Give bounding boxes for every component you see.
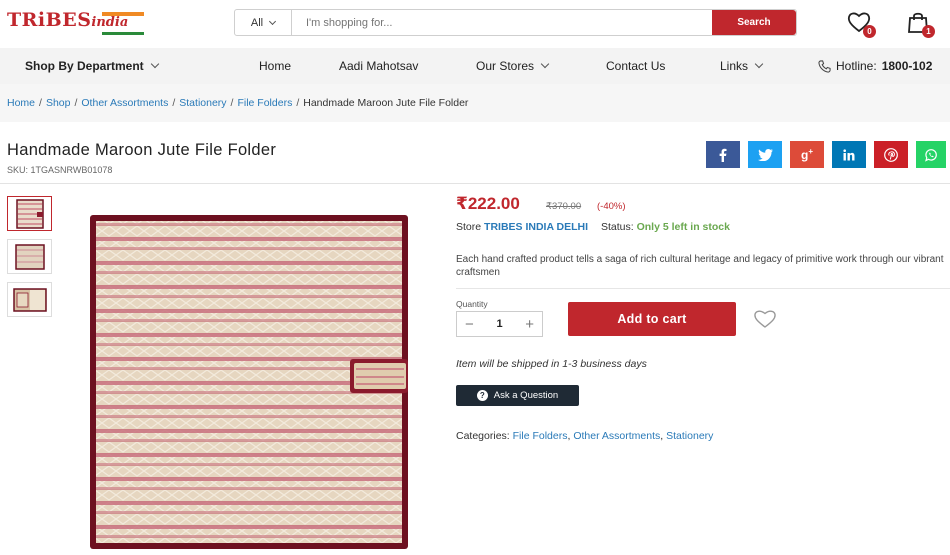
product-thumbnail-3[interactable]	[7, 282, 52, 317]
product-categories: Categories: File Folders, Other Assortme…	[456, 430, 713, 442]
logo-subtext: india	[91, 15, 129, 30]
linkedin-icon	[843, 148, 855, 160]
logo-flag-stripe-green	[102, 32, 144, 35]
breadcrumb-separator: /	[296, 97, 300, 109]
add-to-cart-button[interactable]: Add to cart	[568, 302, 736, 336]
add-to-wishlist-button[interactable]	[753, 309, 777, 329]
chevron-down-icon	[540, 59, 550, 69]
nav-label: Shop By Department	[25, 59, 144, 73]
quantity-value[interactable]: 1	[496, 318, 502, 330]
twitter-icon	[757, 148, 773, 161]
breadcrumb-separator: /	[39, 97, 42, 109]
store-status-line: Store TRIBES INDIA DELHI Status: Only 5 …	[456, 221, 730, 233]
nav-shop-by-department[interactable]: Shop By Department	[25, 48, 159, 84]
ask-question-label: Ask a Question	[493, 390, 559, 401]
category-link-file-folders[interactable]: File Folders	[513, 430, 568, 442]
chevron-down-icon	[150, 59, 159, 69]
breadcrumb-other-assortments[interactable]: Other Assortments	[81, 97, 168, 109]
main-nav: Shop By Department Home Aadi Mahotsav Ou…	[0, 48, 950, 84]
hotline-label: Hotline:	[836, 59, 877, 73]
store-name-link[interactable]: TRIBES INDIA DELHI	[484, 221, 588, 233]
shipping-note: Item will be shipped in 1-3 business day…	[456, 358, 647, 370]
wishlist-count-badge: 0	[863, 25, 876, 38]
nav-contact-us[interactable]: Contact Us	[606, 48, 665, 84]
nav-home[interactable]: Home	[259, 48, 291, 84]
breadcrumb: Home / Shop / Other Assortments / Stationer…	[0, 84, 950, 122]
product-discount: (-40%)	[597, 201, 626, 212]
stock-status: Only 5 left in stock	[636, 221, 730, 233]
breadcrumb-file-folders[interactable]: File Folders	[237, 97, 292, 109]
product-thumbnail-2[interactable]	[7, 239, 52, 274]
pinterest-icon	[884, 147, 898, 162]
nav-our-stores[interactable]: Our Stores	[476, 48, 550, 84]
question-icon: ?	[476, 390, 488, 401]
google-plus-icon: g+	[800, 147, 813, 162]
facebook-icon	[719, 148, 727, 162]
share-twitter-button[interactable]	[748, 141, 782, 168]
title-divider	[0, 183, 950, 184]
share-buttons: g+	[706, 141, 946, 168]
product-sku: SKU: 1TGASNRWB01078	[7, 165, 113, 175]
store-label: Store	[456, 221, 482, 233]
folder-open-thumbnail-image	[12, 287, 47, 312]
folder-back-thumbnail-image	[14, 243, 45, 270]
product-old-price: ₹370.00	[546, 201, 582, 212]
quantity-stepper: − 1 +	[456, 311, 543, 337]
product-description: Each hand crafted product tells a saga o…	[456, 254, 944, 278]
search-category-select[interactable]: All	[235, 10, 292, 35]
breadcrumb-separator: /	[172, 97, 176, 109]
breadcrumb-stationery[interactable]: Stationery	[179, 97, 226, 109]
whatsapp-icon	[925, 148, 937, 162]
quantity-label: Quantity	[456, 299, 488, 309]
share-facebook-button[interactable]	[706, 141, 740, 168]
cart-count-badge: 1	[922, 25, 935, 38]
product-thumbnail-1[interactable]	[7, 196, 52, 231]
breadcrumb-home[interactable]: Home	[7, 97, 35, 109]
logo-text: TRiBES	[7, 9, 92, 31]
share-google-plus-button[interactable]: g+	[790, 141, 824, 168]
nav-label: Home	[259, 59, 292, 73]
folder-thumbnail-image	[15, 198, 44, 229]
search-button[interactable]: Search	[712, 10, 796, 35]
nav-aadi-mahotsav[interactable]: Aadi Mahotsav	[339, 48, 418, 84]
categories-label: Categories:	[456, 430, 510, 442]
status-label: Status:	[600, 221, 634, 233]
breadcrumb-separator: /	[74, 97, 78, 109]
site-header: TRiBESindia All Search 0 1	[0, 0, 950, 46]
chevron-down-icon	[269, 17, 277, 25]
breadcrumb-current: Handmade Maroon Jute File Folder	[303, 97, 469, 109]
search-category-value: All	[250, 16, 264, 29]
logo-flag-stripe	[102, 12, 144, 16]
description-divider	[456, 288, 950, 289]
nav-label: Links	[720, 59, 749, 73]
category-link-stationery[interactable]: Stationery	[666, 430, 713, 442]
search-input[interactable]	[292, 10, 712, 35]
nav-label: Contact Us	[606, 59, 666, 73]
quantity-decrement-button[interactable]: −	[465, 316, 474, 333]
share-whatsapp-button[interactable]	[916, 141, 946, 168]
tribes-india-logo[interactable]: TRiBESindia	[7, 9, 144, 37]
product-main-image[interactable]	[88, 213, 410, 551]
jute-folder-image	[90, 215, 408, 549]
phone-icon	[818, 59, 831, 73]
nav-links[interactable]: Links	[720, 48, 764, 84]
breadcrumb-shop[interactable]: Shop	[46, 97, 71, 109]
quantity-increment-button[interactable]: +	[525, 316, 534, 333]
wishlist-button[interactable]: 0	[847, 11, 876, 38]
cart-button[interactable]: 1	[906, 11, 935, 38]
product-price: ₹222.00	[456, 194, 520, 213]
nav-label: Aadi Mahotsav	[339, 59, 419, 73]
search-bar: All Search	[234, 9, 797, 36]
nav-hotline[interactable]: Hotline: 1800-102	[818, 48, 932, 84]
chevron-down-icon	[754, 59, 764, 69]
share-linkedin-button[interactable]	[832, 141, 866, 168]
heart-outline-icon	[754, 310, 776, 328]
hotline-number: 1800-102	[881, 59, 933, 73]
nav-label: Our Stores	[476, 59, 535, 73]
category-link-other-assortments[interactable]: Other Assortments	[573, 430, 660, 442]
ask-question-button[interactable]: ? Ask a Question	[456, 385, 579, 406]
breadcrumb-separator: /	[230, 97, 234, 109]
product-title: Handmade Maroon Jute File Folder	[7, 141, 277, 159]
share-pinterest-button[interactable]	[874, 141, 908, 168]
